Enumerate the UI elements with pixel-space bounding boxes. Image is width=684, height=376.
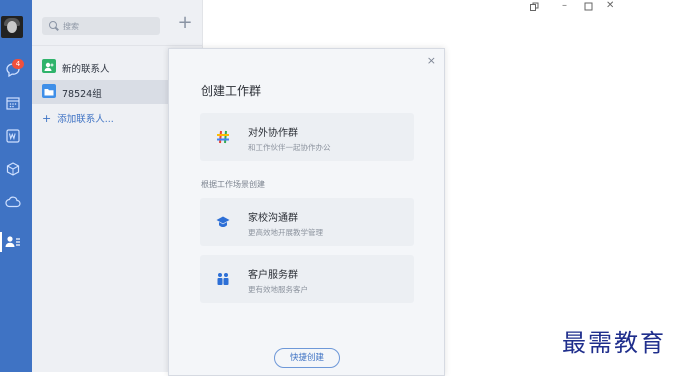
add-button[interactable]: + — [177, 14, 193, 32]
right-area — [619, 0, 684, 372]
people-icon — [215, 271, 231, 287]
add-contact-link[interactable]: + 添加联系人... — [42, 111, 114, 125]
close-icon[interactable]: × — [427, 54, 436, 67]
section-label: 根据工作场景创建 — [201, 180, 265, 189]
contacts-icon[interactable] — [4, 233, 22, 251]
card-title: 对外协作群 — [248, 128, 298, 139]
calendar-icon[interactable] — [4, 94, 22, 112]
app-sidebar: 4 — [0, 0, 32, 372]
search-placeholder: 搜索 — [63, 22, 79, 31]
maximize-icon[interactable] — [584, 2, 593, 14]
graduation-cap-icon — [215, 214, 231, 230]
card-external-collab[interactable]: 对外协作群 和工作伙伴一起协作办公 — [200, 113, 414, 161]
new-contact-icon — [42, 59, 56, 73]
cube-icon[interactable] — [4, 160, 22, 178]
cloud-icon[interactable] — [4, 193, 22, 211]
minimize-icon[interactable]: – — [562, 0, 567, 11]
close-window-icon[interactable]: ✕ — [606, 0, 614, 11]
contact-item-label: 新的联系人 — [62, 64, 110, 75]
search-input[interactable]: 搜索 — [42, 17, 160, 35]
word-doc-icon[interactable] — [4, 127, 22, 145]
search-icon — [49, 21, 57, 29]
add-contact-label: 添加联系人... — [57, 114, 114, 125]
card-subtitle: 更有效地服务客户 — [248, 285, 308, 294]
hash-icon — [215, 129, 231, 145]
card-customer-service[interactable]: 客户服务群 更有效地服务客户 — [200, 255, 414, 303]
card-subtitle: 更高效地开展教学管理 — [248, 228, 323, 237]
dialog-title: 创建工作群 — [201, 84, 262, 98]
folder-icon — [42, 84, 56, 98]
unread-badge: 4 — [12, 59, 24, 69]
card-title: 客户服务群 — [248, 270, 298, 281]
pin-icon[interactable] — [529, 2, 539, 15]
create-group-dialog: × 创建工作群 对外协作群 和工作伙伴一起协作办公 根据工作场景创建 家校沟通群… — [168, 48, 445, 376]
active-indicator — [0, 232, 2, 252]
card-home-school[interactable]: 家校沟通群 更高效地开展教学管理 — [200, 198, 414, 246]
card-title: 家校沟通群 — [248, 213, 298, 224]
plus-icon: + — [42, 112, 52, 125]
user-avatar[interactable] — [1, 16, 23, 38]
watermark-text: 最需教育 — [562, 329, 666, 357]
divider — [32, 45, 202, 46]
card-subtitle: 和工作伙伴一起协作办公 — [248, 143, 331, 152]
quick-create-button[interactable]: 快捷创建 — [274, 348, 340, 368]
contact-item-label: 78524组 — [62, 89, 102, 100]
